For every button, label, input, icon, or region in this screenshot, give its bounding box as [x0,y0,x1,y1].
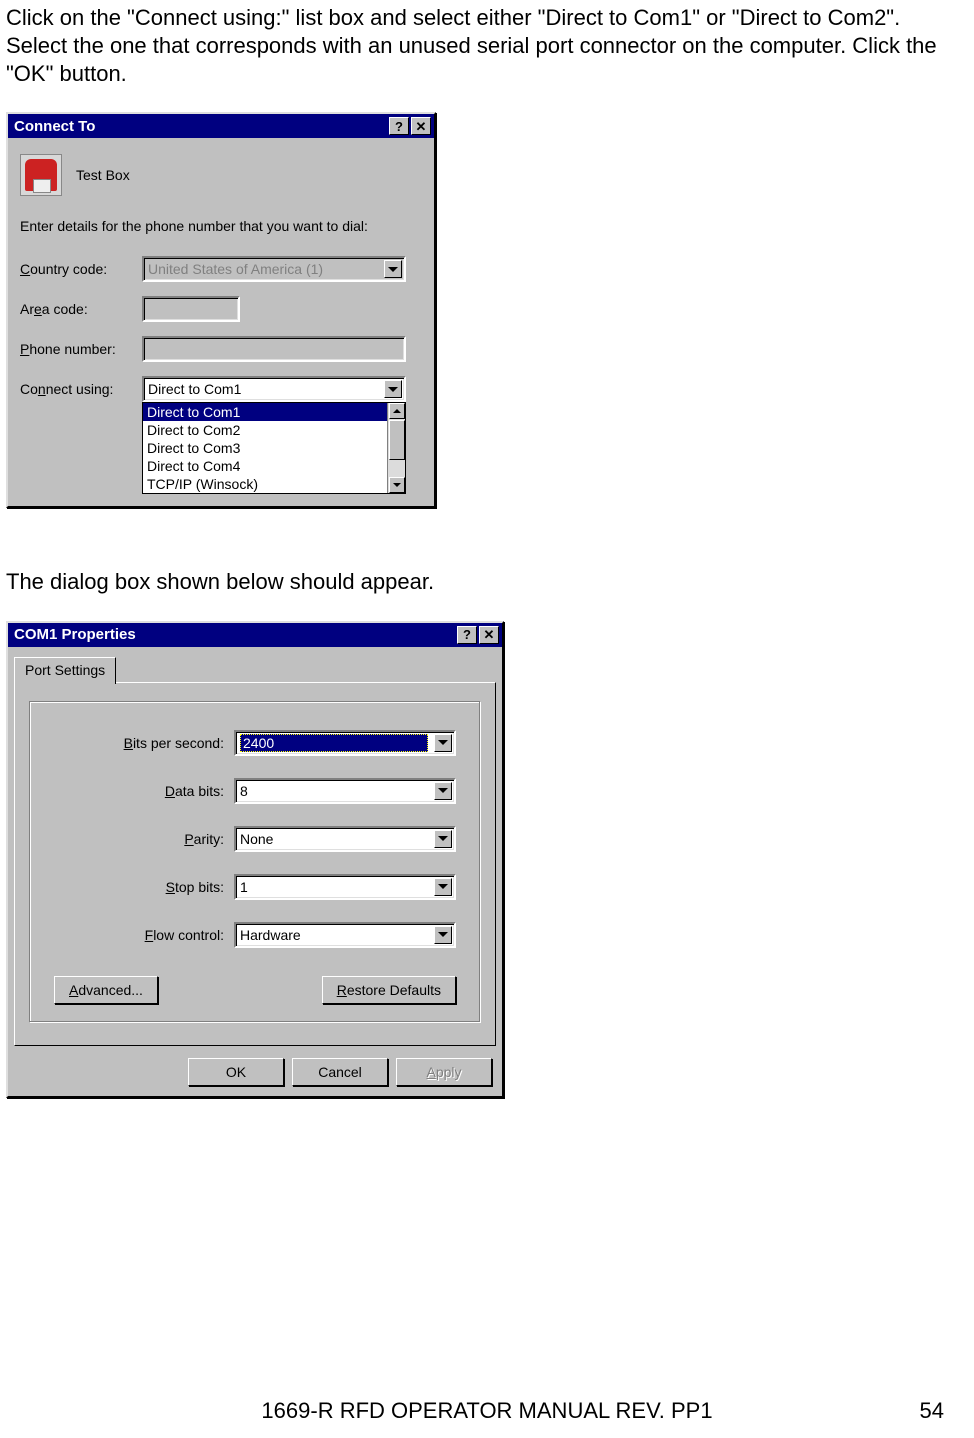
connect-label: Connect using: [20,381,142,397]
scrollbar[interactable] [387,403,405,493]
phone-input [142,336,406,362]
bits-value: 2400 [240,734,428,752]
phone-label: Phone number: [20,341,142,357]
scroll-up-icon[interactable] [389,403,405,419]
cancel-button[interactable]: Cancel [292,1058,388,1086]
connect-to-titlebar: Connect To ? ✕ [8,114,434,138]
tab-port-settings[interactable]: Port Settings [14,657,116,684]
close-button[interactable]: ✕ [411,117,431,135]
connect-using-dropdown[interactable]: Direct to Com1 Direct to Com2 Direct to … [142,402,406,494]
instruction-text: Enter details for the phone number that … [20,218,422,234]
close-button[interactable]: ✕ [479,626,499,644]
help-button[interactable]: ? [389,117,409,135]
advanced-button[interactable]: Advanced... [54,976,158,1004]
stop-bits-label: Stop bits: [54,879,224,895]
com1-titlebar: COM1 Properties ? ✕ [8,623,502,647]
area-input [142,296,240,322]
help-button[interactable]: ? [457,626,477,644]
list-item[interactable]: Direct to Com3 [143,439,405,457]
page-footer: 1669-R RFD OPERATOR MANUAL REV. PP1 54 [0,1398,974,1424]
chevron-down-icon[interactable] [434,734,452,752]
list-item[interactable]: Direct to Com2 [143,421,405,439]
scroll-down-icon[interactable] [389,477,405,493]
connect-using-combo[interactable]: Direct to Com1 [142,376,406,402]
stop-bits-combo[interactable]: 1 [234,874,456,900]
chevron-down-icon[interactable] [434,926,452,944]
flow-control-value: Hardware [240,927,301,943]
chevron-down-icon[interactable] [434,878,452,896]
data-bits-value: 8 [240,783,248,799]
apply-button: Apply [396,1058,492,1086]
list-item[interactable]: TCP/IP (Winsock) [143,475,405,493]
connection-name: Test Box [76,167,130,183]
instruction-para-2: The dialog box shown below should appear… [6,568,954,596]
parity-combo[interactable]: None [234,826,456,852]
chevron-down-icon[interactable] [384,380,402,398]
flow-control-combo[interactable]: Hardware [234,922,456,948]
bits-per-second-combo[interactable]: 2400 [234,730,456,756]
restore-defaults-button[interactable]: Restore Defaults [322,976,456,1004]
scroll-thumb[interactable] [389,420,405,460]
flow-control-label: Flow control: [54,927,224,943]
country-value: United States of America (1) [148,261,323,277]
area-label: Area code: [20,301,142,317]
ok-button[interactable]: OK [188,1058,284,1086]
close-icon: ✕ [484,628,495,641]
connect-to-dialog: Connect To ? ✕ Test Box Enter details fo… [6,112,436,508]
chevron-down-icon[interactable] [434,782,452,800]
data-bits-combo[interactable]: 8 [234,778,456,804]
page-number: 54 [920,1398,944,1424]
data-bits-label: Data bits: [54,783,224,799]
parity-value: None [240,831,273,847]
com1-properties-dialog: COM1 Properties ? ✕ Port Settings Bits p… [6,621,504,1098]
chevron-down-icon [384,260,402,278]
parity-label: Parity: [54,831,224,847]
country-label: Country code: [20,261,142,277]
stop-bits-value: 1 [240,879,248,895]
phone-icon [20,154,62,196]
help-icon: ? [395,120,403,133]
chevron-down-icon[interactable] [434,830,452,848]
connect-value: Direct to Com1 [148,381,241,397]
connect-to-title: Connect To [14,118,95,135]
bits-label: Bits per second: [54,735,224,751]
footer-text: 1669-R RFD OPERATOR MANUAL REV. PP1 [261,1398,712,1424]
list-item[interactable]: Direct to Com1 [143,403,405,421]
help-icon: ? [463,628,471,641]
close-icon: ✕ [416,120,427,133]
instruction-para-1: Click on the "Connect using:" list box a… [6,4,954,88]
list-item[interactable]: Direct to Com4 [143,457,405,475]
country-combo: United States of America (1) [142,256,406,282]
com1-title: COM1 Properties [14,626,136,643]
